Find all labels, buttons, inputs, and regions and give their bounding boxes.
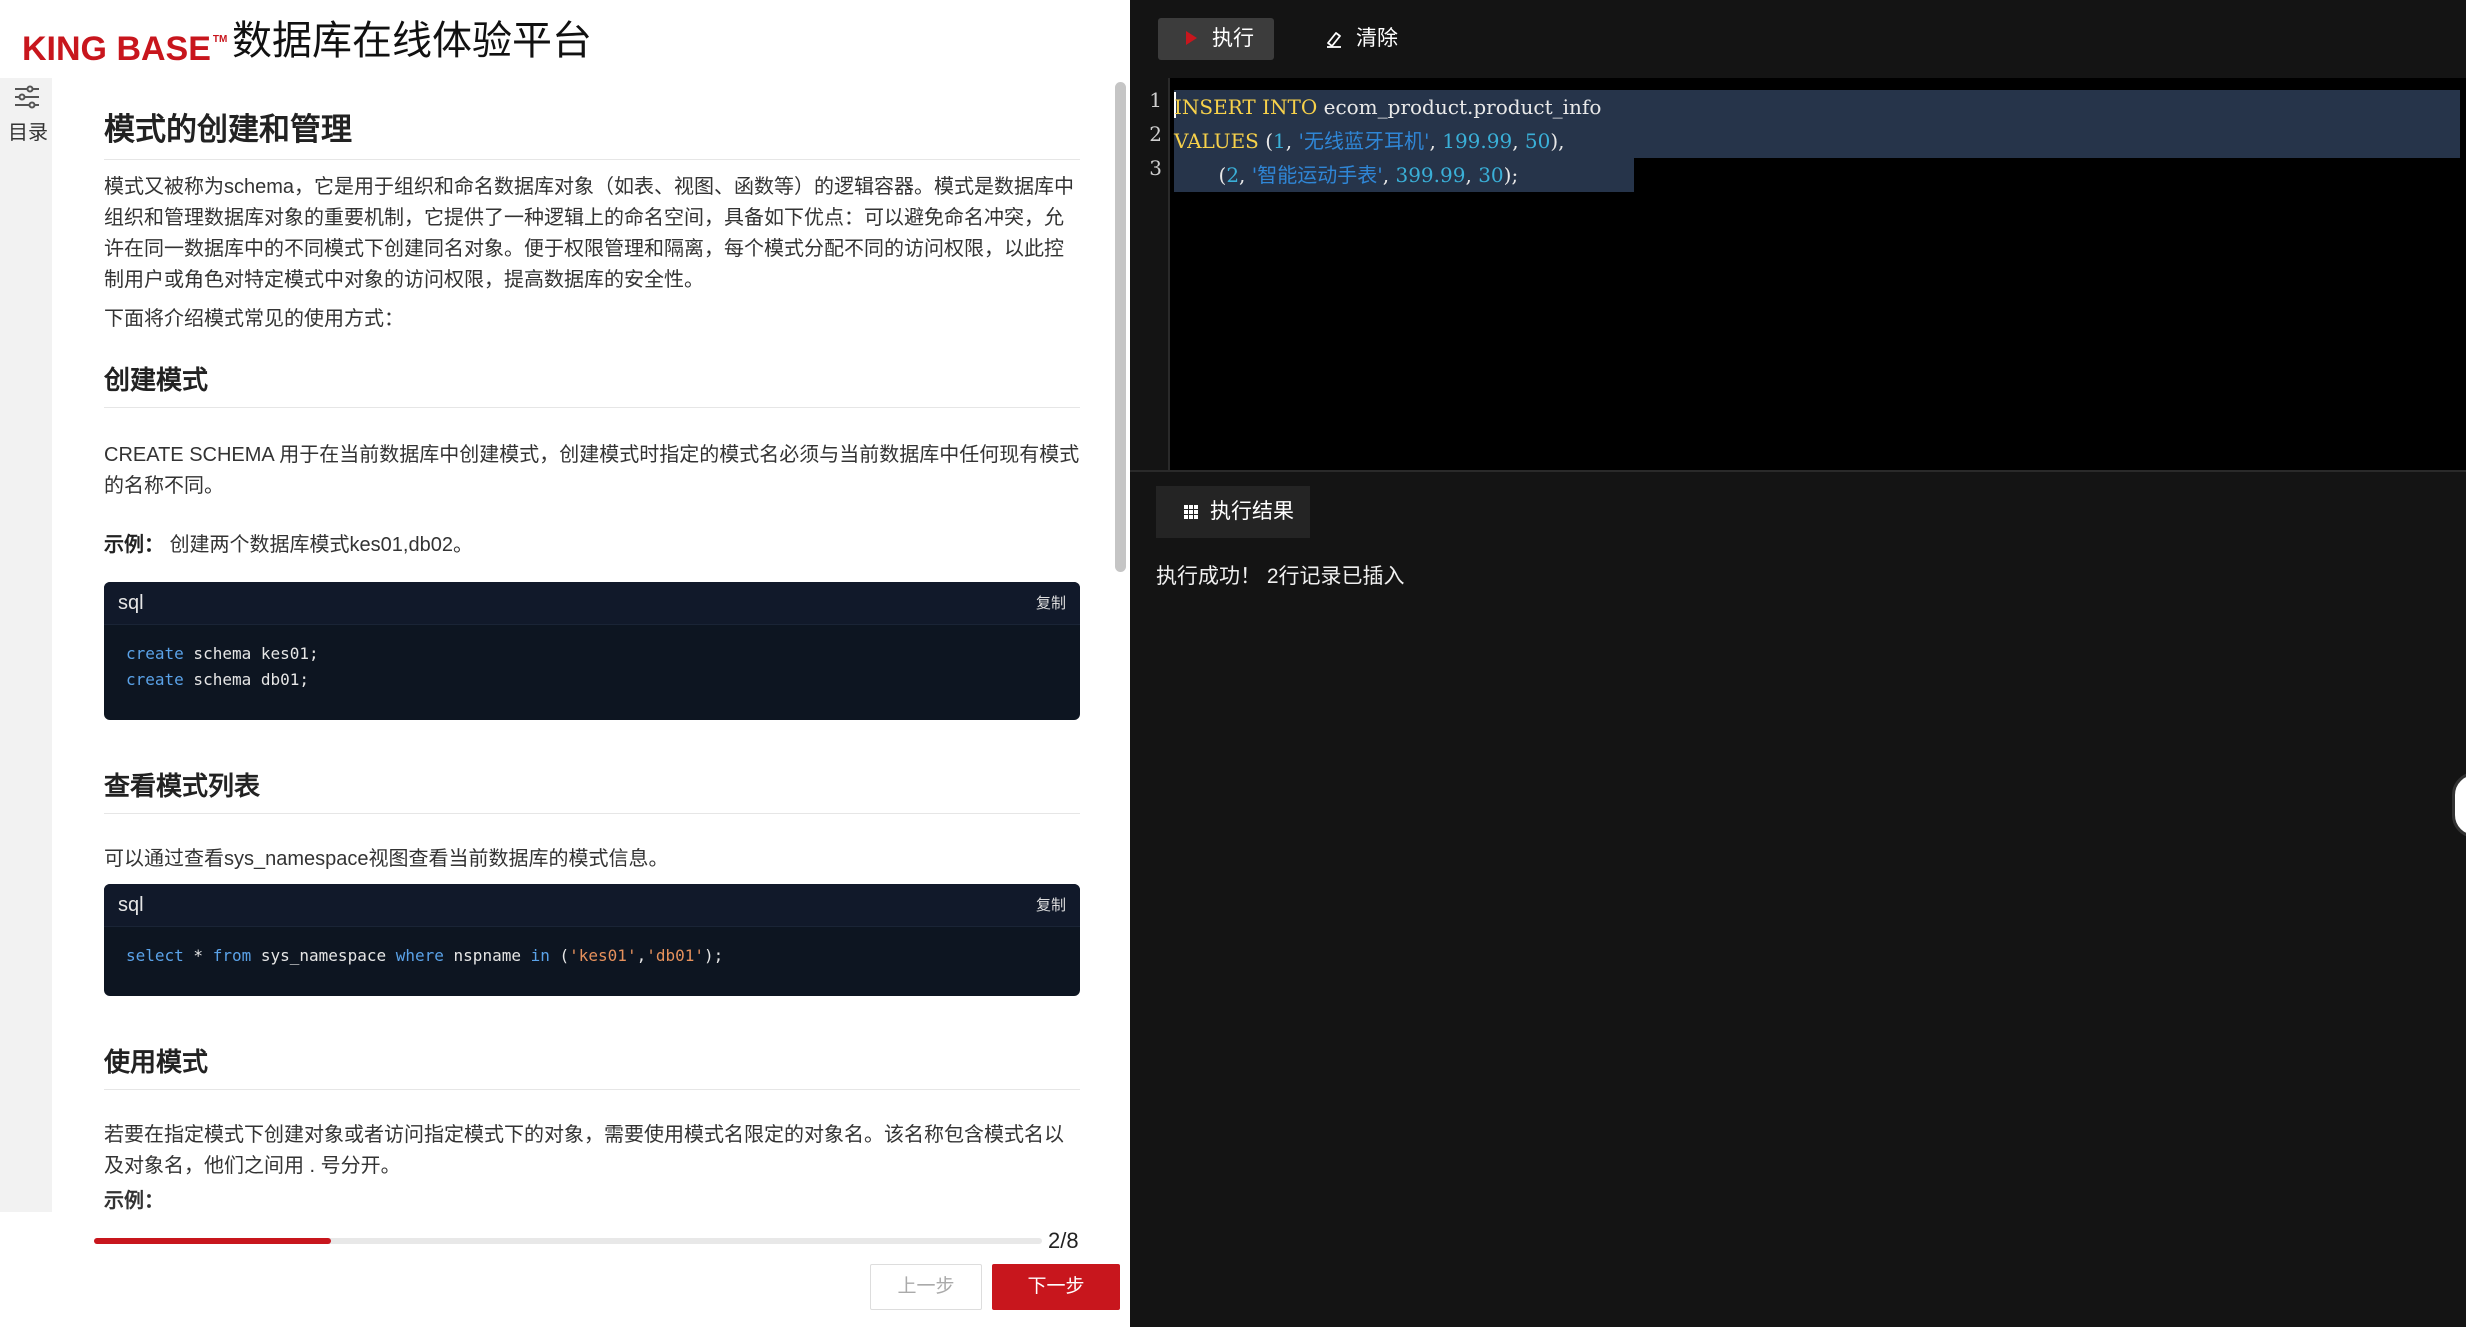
doc-intro: 模式又被称为schema，它是用于组织和命名数据库对象（如表、视图、函数等）的逻…	[104, 176, 1075, 291]
sliders-icon[interactable]	[12, 82, 42, 112]
code-lang-label: sql	[118, 592, 144, 614]
result-message: 执行成功！ 2行记录已插入	[1156, 565, 1405, 588]
tutorial-panel: KING BASE TM 数据库在线体验平台 目录 模式的创建和管理 模式又被称为…	[0, 0, 1130, 1327]
eraser-icon[interactable]	[1324, 29, 1344, 49]
code-body: create schema kes01; create schema db01;	[104, 625, 1080, 709]
result-area: 执行成功！ 2行记录已插入	[1130, 540, 2466, 1327]
app-title: 数据库在线体验平台	[232, 19, 592, 63]
editor-toolbar: 执行 清除	[1130, 0, 2466, 78]
toc-label[interactable]: 目录	[6, 116, 50, 145]
code-line-3: (2, '智能运动手表', 399.99, 30);	[1174, 163, 1519, 187]
section-text-list: 可以通过查看sys_namespace视图查看当前数据库的模式信息。	[104, 848, 669, 870]
grid-icon[interactable]	[1184, 505, 1198, 519]
example-line-create: 示例： 创建两个数据库模式kes01,db02。	[104, 534, 473, 556]
line-number: 3	[1149, 156, 1162, 180]
line-number: 2	[1149, 122, 1162, 146]
doc-intro-2: 下面将介绍模式常见的使用方式：	[104, 308, 404, 330]
code-body: select * from sys_namespace where nspnam…	[126, 946, 724, 965]
kingbase-logo: KING BASE TM	[22, 30, 228, 68]
play-icon[interactable]	[1186, 31, 1197, 45]
code-block-list: sql 复制 select * from sys_namespace where…	[104, 884, 1080, 996]
section-text-create: CREATE SCHEMA 用于在当前数据库中创建模式，创建模式时指定的模式名必…	[104, 444, 1080, 497]
run-label[interactable]: 执行	[1212, 18, 1254, 60]
progress-bar	[94, 1238, 1042, 1244]
line-number-gutter: 1 2 3	[1130, 78, 1170, 470]
doc-scrollbar-thumb[interactable]	[1115, 82, 1126, 572]
code-header: sql 复制	[104, 582, 1080, 625]
copy-button[interactable]: 复制	[1036, 592, 1066, 613]
clear-label[interactable]: 清除	[1356, 18, 1398, 60]
example-label-use: 示例：	[104, 1190, 164, 1212]
code-line-1: INSERT INTO ecom_product.product_info	[1174, 95, 1602, 119]
tab-results[interactable]: 执行结果	[1156, 486, 1310, 538]
copy-button[interactable]: 复制	[1036, 894, 1066, 915]
prev-step-button[interactable]: 上一步	[870, 1264, 982, 1310]
clear-button[interactable]: 清除	[1324, 18, 1424, 60]
section-heading-list: 查看模式列表	[104, 766, 1080, 814]
progress-fill	[94, 1238, 331, 1244]
code-line: create schema kes01;	[126, 644, 319, 663]
code-block-create: sql 复制 create schema kes01; create schema…	[104, 582, 1080, 720]
tab-results-label[interactable]: 执行结果	[1210, 486, 1294, 538]
run-button[interactable]: 执行	[1158, 18, 1274, 60]
sql-workspace: 执行 清除 1 2 3 INSERT INTO ecom_product.pro…	[1130, 0, 2466, 1327]
sql-editor[interactable]: 1 2 3 INSERT INTO ecom_product.product_i…	[1130, 78, 2466, 470]
doc-title: 模式的创建和管理	[104, 104, 1080, 160]
section-text-use: 若要在指定模式下创建对象或者访问指定模式下的对象，需要使用模式名限定的对象名。该…	[104, 1124, 1064, 1177]
result-tabs: 执行结果	[1130, 470, 2466, 542]
code-line-2: VALUES (1, '无线蓝牙耳机', 199.99, 50),	[1174, 129, 1565, 153]
section-heading-use: 使用模式	[104, 1042, 1080, 1090]
code-header: sql 复制	[104, 884, 1080, 927]
code-lang-label: sql	[118, 894, 144, 916]
page-indicator: 2/8	[1048, 1228, 1079, 1253]
brand-bar: KING BASE TM 数据库在线体验平台	[0, 0, 1130, 78]
section-heading-create: 创建模式	[104, 360, 1080, 408]
line-number: 1	[1149, 88, 1162, 112]
code-line: create schema db01;	[126, 670, 310, 689]
doc-content: 模式的创建和管理 模式又被称为schema，它是用于组织和命名数据库对象（如表、…	[52, 78, 1112, 1212]
next-step-button[interactable]: 下一步	[992, 1264, 1120, 1310]
toc-toggle[interactable]: 目录	[0, 78, 52, 1212]
